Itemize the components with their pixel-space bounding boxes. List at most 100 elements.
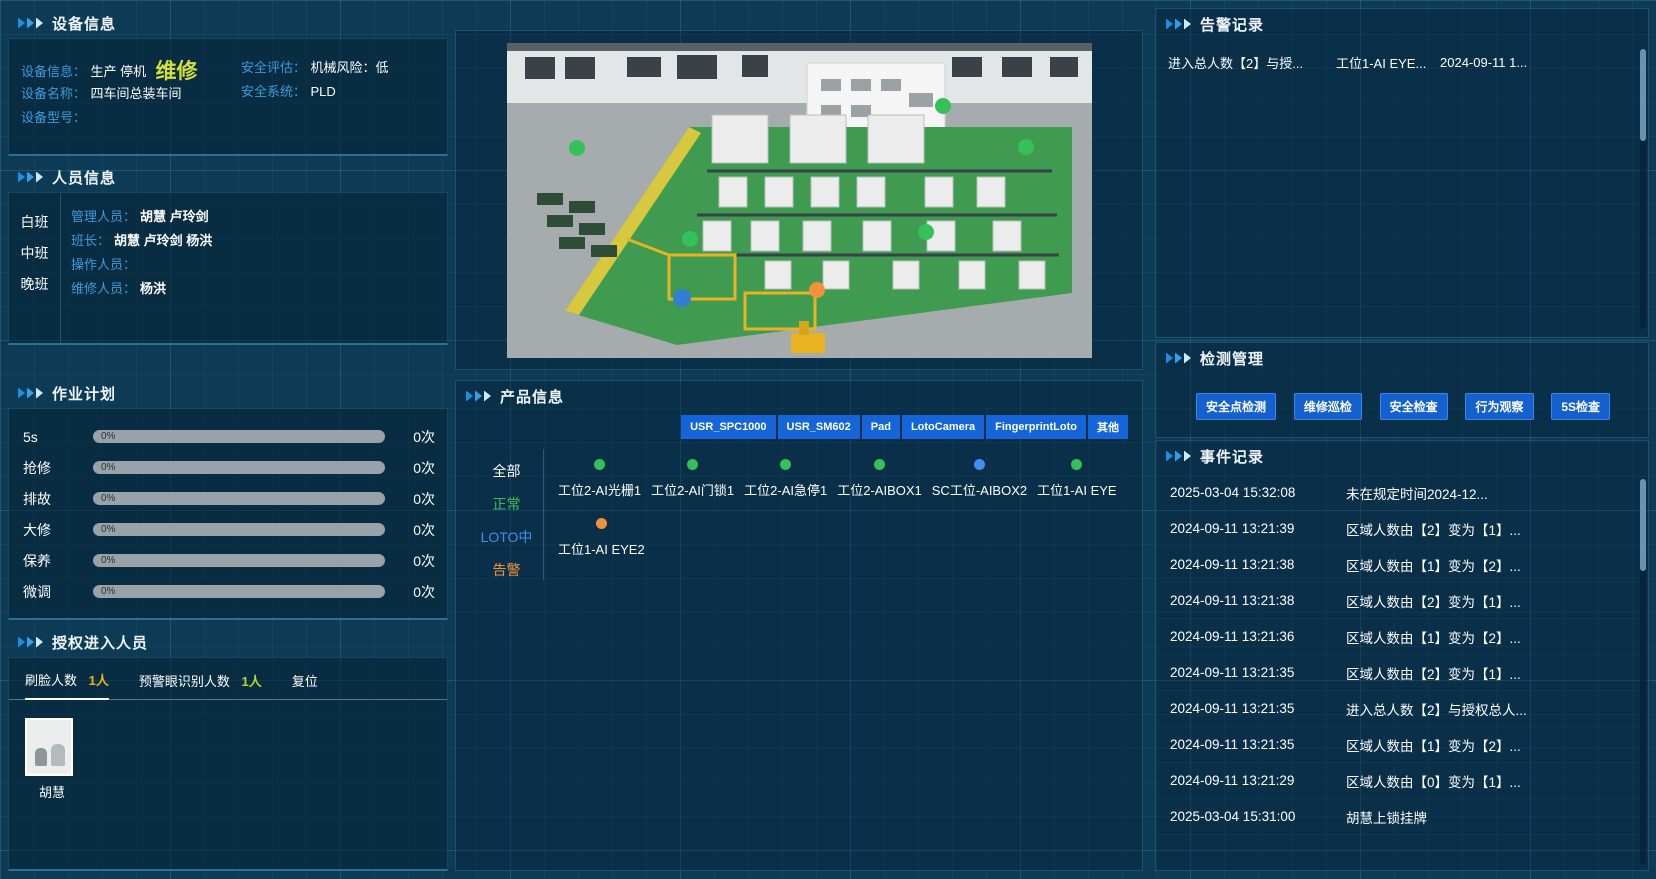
product-filter-button[interactable]: FingerprintLoto xyxy=(986,415,1086,439)
alarm-records-panel: 告警记录 进入总人数【2】与授...工位1-AI EYE...2024-09-1… xyxy=(1155,8,1649,338)
product-status-tab[interactable]: 告警 xyxy=(493,560,521,580)
device-status-options: 生产 停机 xyxy=(90,64,146,79)
personnel-rows: 管理人员：胡慧 卢玲剑班长：胡慧 卢玲剑 杨洪操作人员：维修人员：杨洪 xyxy=(61,193,447,343)
panel-title: 事件记录 xyxy=(1200,446,1264,467)
work-plan-row: 抢修0%0次 xyxy=(9,452,447,483)
product-filter-button[interactable]: LotoCamera xyxy=(902,415,984,439)
work-plan-row: 大修0%0次 xyxy=(9,514,447,545)
event-list: 2025-03-04 15:32:08未在规定时间2024-12...2024-… xyxy=(1156,471,1648,835)
section-marker-icon xyxy=(1166,353,1191,364)
authorized-tabs: 刷脸人数 1人 预警眼识别人数 1人 复位 xyxy=(9,658,447,700)
product-filter-button[interactable]: USR_SPC1000 xyxy=(681,415,775,439)
inspection-panel: 检测管理 安全点检测维修巡检安全检查行为观察 5S检查 xyxy=(1155,342,1649,438)
device-name-label: 设备名称： xyxy=(21,86,86,101)
shift-tab[interactable]: 中班 xyxy=(9,238,60,269)
work-plan-count: 0次 xyxy=(399,458,435,478)
status-dot xyxy=(1071,459,1082,470)
device-item[interactable]: 工位2-AI光栅1 xyxy=(558,459,641,500)
warning-count-value: 1人 xyxy=(242,674,262,689)
event-description: 未在规定时间2024-12... xyxy=(1346,483,1634,503)
personnel-row: 操作人员： xyxy=(71,253,447,277)
event-description: 区域人数由【1】变为【2】... xyxy=(1346,627,1634,647)
safety-eval-value: 机械风险：低 xyxy=(310,60,388,75)
inspection-button[interactable]: 安全点检测 xyxy=(1196,393,1276,420)
inspection-button[interactable]: 维修巡检 xyxy=(1294,393,1362,420)
shift-tab[interactable]: 白班 xyxy=(9,207,60,238)
person-card[interactable]: 胡慧 xyxy=(25,718,79,801)
reset-button[interactable]: 复位 xyxy=(292,671,318,699)
device-name-value: 四车间总装车间 xyxy=(90,86,181,101)
status-dot xyxy=(596,518,607,529)
product-status-tab[interactable]: LOTO中 xyxy=(481,527,533,547)
scrollbar[interactable] xyxy=(1640,479,1646,865)
work-plan-label: 保养 xyxy=(23,551,93,571)
device-item[interactable]: SC工位-AIBOX2 xyxy=(932,459,1027,500)
shift-tab[interactable]: 晚班 xyxy=(9,269,60,300)
device-item[interactable]: 工位1-AI EYE xyxy=(1037,459,1116,500)
event-description: 进入总人数【2】与授权总人... xyxy=(1346,699,1634,719)
event-row: 2024-09-11 13:21:29区域人数由【0】变为【1】... xyxy=(1156,763,1648,799)
inspection-button[interactable]: 5S检查 xyxy=(1551,393,1610,420)
device-item[interactable]: 工位2-AI急停1 xyxy=(744,459,827,500)
alarm-row: 进入总人数【2】与授...工位1-AI EYE...2024-09-11 1..… xyxy=(1156,39,1648,86)
inspection-header: 检测管理 xyxy=(1156,343,1648,373)
alarm-header: 告警记录 xyxy=(1156,9,1648,39)
status-dot xyxy=(974,459,985,470)
event-description: 区域人数由【1】变为【2】... xyxy=(1346,555,1634,575)
work-plan-box: 5s0%0次抢修0%0次排故0%0次大修0%0次保养0%0次微调0%0次 xyxy=(8,408,448,620)
authorized-box: 刷脸人数 1人 预警眼识别人数 1人 复位 胡慧 xyxy=(8,657,448,871)
work-plan-count: 0次 xyxy=(399,551,435,571)
event-row: 2024-09-11 13:21:35区域人数由【1】变为【2】... xyxy=(1156,727,1648,763)
safety-eval-label: 安全评估： xyxy=(241,60,306,75)
event-description: 区域人数由【2】变为【1】... xyxy=(1346,519,1634,539)
work-plan-panel: 作业计划 5s0%0次抢修0%0次排故0%0次大修0%0次保养0%0次微调0%0… xyxy=(8,378,448,620)
progress-bar: 0% xyxy=(93,430,385,443)
product-filter-button[interactable]: 其他 xyxy=(1088,415,1128,439)
panel-title: 检测管理 xyxy=(1200,348,1264,369)
personnel-box: 白班中班晚班 管理人员：胡慧 卢玲剑班长：胡慧 卢玲剑 杨洪操作人员：维修人员：… xyxy=(8,192,448,345)
device-info-box: 设备信息： 生产 停机 维修 安全评估： 机械风险：低 设备名称： 四车间总装车… xyxy=(8,38,448,156)
status-dot xyxy=(687,459,698,470)
event-time: 2024-09-11 13:21:38 xyxy=(1170,593,1346,608)
section-marker-icon xyxy=(1166,451,1191,462)
panel-title: 告警记录 xyxy=(1200,14,1264,35)
device-item[interactable]: 工位2-AI门锁1 xyxy=(651,459,734,500)
authorized-header: 授权进入人员 xyxy=(8,627,448,657)
factory-3d-panel xyxy=(455,30,1143,370)
device-item[interactable]: 工位1-AI EYE2 xyxy=(558,518,645,559)
product-status-tab[interactable]: 正常 xyxy=(493,494,521,514)
face-count-tab[interactable]: 刷脸人数 1人 xyxy=(25,670,109,700)
inspection-button[interactable]: 安全检查 xyxy=(1380,393,1448,420)
work-plan-row: 5s0%0次 xyxy=(9,421,447,452)
progress-bar: 0% xyxy=(93,585,385,598)
personnel-row: 维修人员： 杨洪 xyxy=(71,277,447,301)
device-info-panel: 设备信息 设备信息： 生产 停机 维修 安全评估： 机械风险：低 设备名称： 四… xyxy=(8,8,448,156)
panel-title: 人员信息 xyxy=(52,167,116,188)
progress-percent: 0% xyxy=(101,431,115,443)
event-description: 区域人数由【2】变为【1】... xyxy=(1346,663,1634,683)
product-status-tab[interactable]: 全部 xyxy=(493,461,521,481)
panel-title: 授权进入人员 xyxy=(52,632,148,653)
alarm-device: 工位1-AI EYE... xyxy=(1336,53,1440,72)
device-item[interactable]: 工位2-AIBOX1 xyxy=(837,459,922,500)
event-header: 事件记录 xyxy=(1156,441,1648,471)
work-plan-count: 0次 xyxy=(399,582,435,602)
warning-count-tab[interactable]: 预警眼识别人数 1人 xyxy=(139,671,262,699)
personnel-role-label: 维修人员： xyxy=(71,281,136,296)
progress-percent: 0% xyxy=(101,586,115,598)
scrollbar[interactable] xyxy=(1640,49,1646,329)
personnel-role-value: 杨洪 xyxy=(140,281,166,296)
device-model-label: 设备型号： xyxy=(21,110,86,125)
device-name: SC工位-AIBOX2 xyxy=(932,483,1027,498)
product-filter-button[interactable]: Pad xyxy=(862,415,900,439)
event-row: 2024-09-11 13:21:35区域人数由【2】变为【1】... xyxy=(1156,655,1648,691)
event-description: 区域人数由【2】变为【1】... xyxy=(1346,591,1634,611)
progress-percent: 0% xyxy=(101,524,115,536)
event-time: 2024-09-11 13:21:38 xyxy=(1170,557,1346,572)
inspection-button[interactable]: 行为观察 xyxy=(1465,393,1533,420)
product-filter-buttons: USR_SPC1000USR_SM602PadLotoCameraFingerp… xyxy=(456,411,1142,439)
personnel-row: 管理人员：胡慧 卢玲剑 xyxy=(71,205,447,229)
event-time: 2024-09-11 13:21:35 xyxy=(1170,701,1346,716)
product-filter-button[interactable]: USR_SM602 xyxy=(778,415,860,439)
factory-3d-view xyxy=(507,43,1092,358)
